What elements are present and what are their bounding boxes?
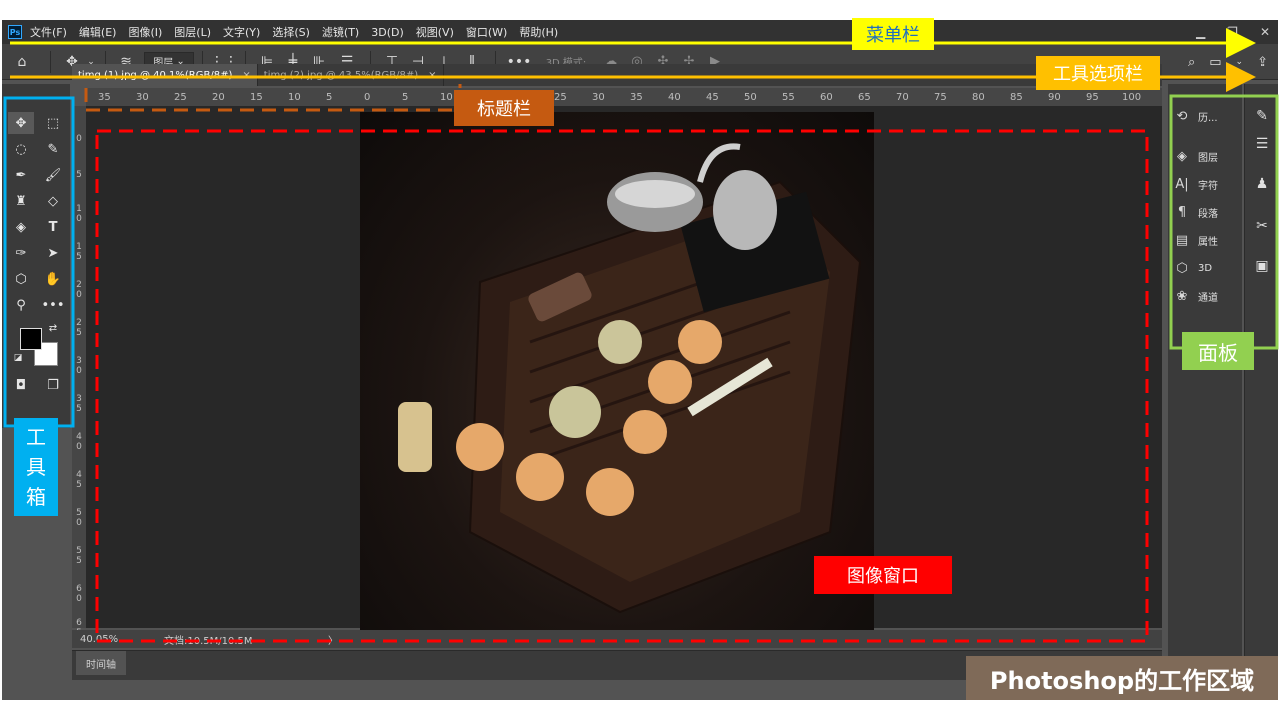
titlebar-outline [84, 84, 462, 112]
optionsbar-label: 工具选项栏 [1036, 56, 1160, 90]
slide: Ps 文件(F) 编辑(E) 图像(I) 图层(L) 文字(Y) 选择(S) 滤… [0, 0, 1280, 720]
imagewindow-outline [95, 129, 1149, 643]
toolbox-outline [3, 96, 75, 428]
annotation-overlay [3, 28, 1279, 643]
titlebar-label: 标题栏 [454, 90, 554, 126]
slide-title: Photoshop的工作区域 [966, 656, 1278, 700]
imagewindow-label: 图像窗口 [814, 556, 952, 594]
toolbox-label: 工 具 箱 [14, 418, 58, 516]
panels-outline [1169, 94, 1279, 350]
menubar-label: 菜单栏 [852, 18, 934, 50]
foreground-color-swatch[interactable] [20, 328, 42, 350]
panels-label: 面板 [1182, 332, 1254, 370]
